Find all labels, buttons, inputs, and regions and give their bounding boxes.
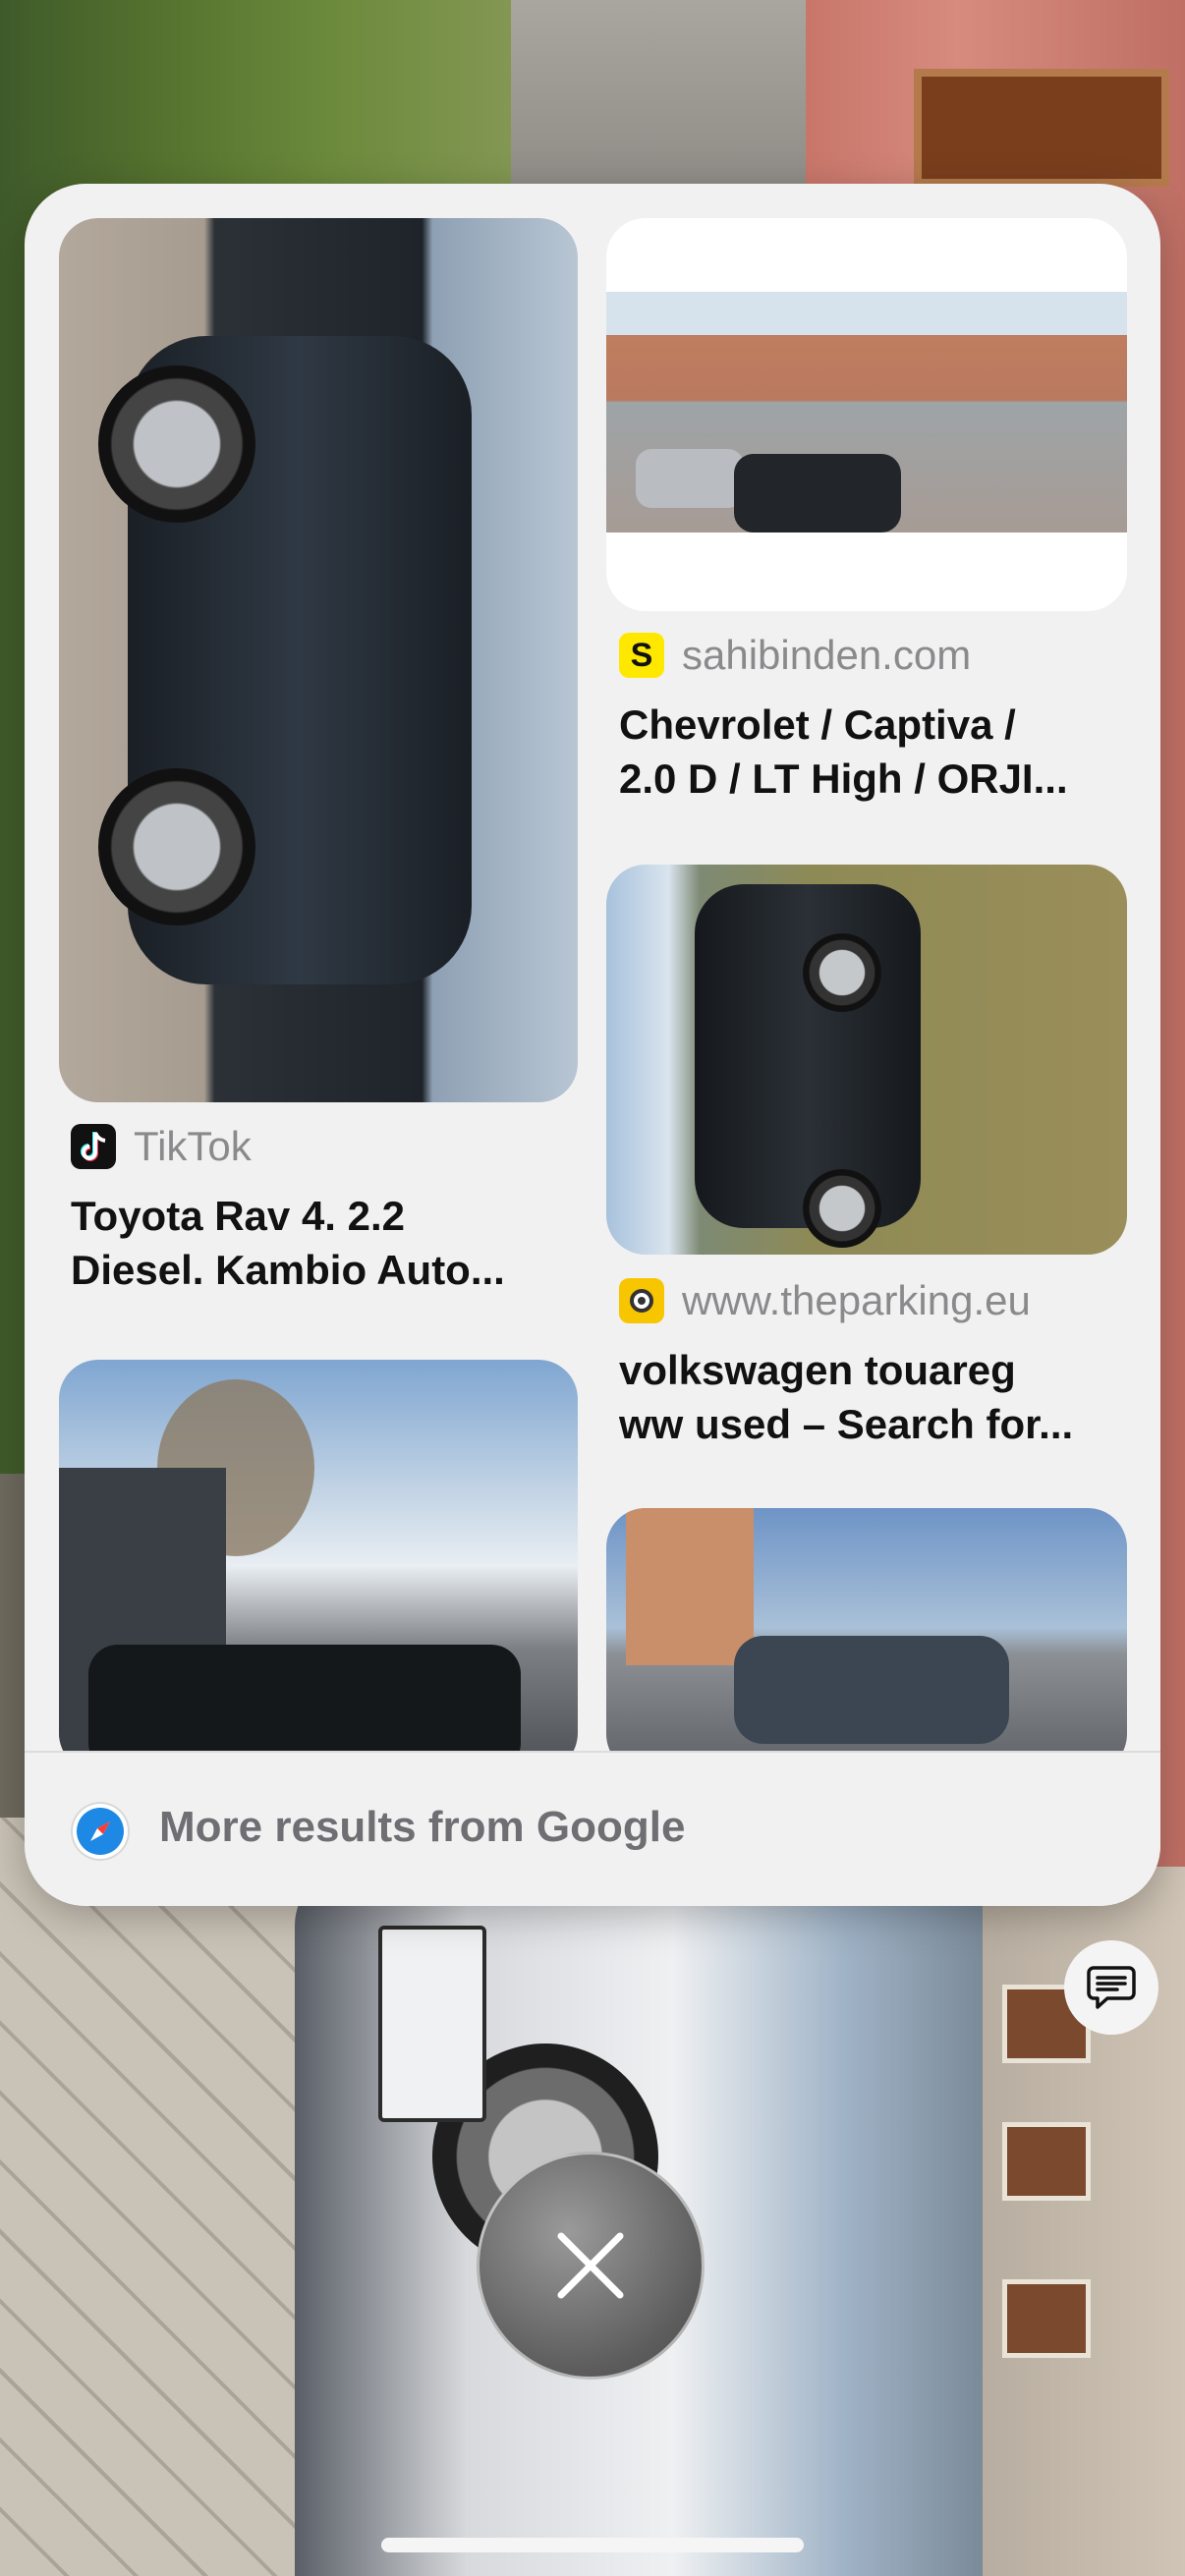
result-source-name: sahibinden.com: [682, 632, 972, 678]
visual-search-results-sheet: TikTok Toyota Rav 4. 2.2 Diesel. Kambio …: [25, 184, 1160, 1906]
result-title-line: Diesel. Kambio Auto...: [71, 1247, 505, 1293]
home-indicator[interactable]: [381, 2538, 804, 2552]
car-image: [734, 454, 901, 532]
results-grid: TikTok Toyota Rav 4. 2.2 Diesel. Kambio …: [25, 184, 1160, 1751]
safari-compass-icon: [71, 1802, 130, 1861]
close-button[interactable]: [477, 2152, 705, 2380]
more-results-from-google-button[interactable]: More results from Google: [25, 1751, 1160, 1906]
car-wheel: [803, 1169, 881, 1248]
sahibinden-icon: S: [619, 633, 664, 678]
close-icon: [557, 2232, 624, 2299]
tiktok-icon: [71, 1124, 116, 1169]
result-title-line: 2.0 D / LT High / ORJI...: [619, 756, 1068, 802]
result-source: www.theparking.eu: [619, 1277, 1031, 1324]
parking-lot-image: [606, 292, 1127, 532]
result-title: volkswagen touareg ww used – Search for.…: [619, 1343, 1130, 1451]
result-thumbnail[interactable]: [606, 218, 1127, 611]
chat-button[interactable]: [1064, 1940, 1158, 2035]
result-title-line: volkswagen touareg: [619, 1347, 1016, 1393]
car-wheel: [98, 768, 255, 925]
car-image: [695, 884, 921, 1228]
car-image: [636, 449, 744, 508]
background-window: [1002, 2122, 1091, 2201]
result-source: S sahibinden.com: [619, 632, 971, 679]
background-window: [1002, 2279, 1091, 2358]
result-source-name: TikTok: [134, 1123, 252, 1169]
result-thumbnail[interactable]: [59, 1360, 578, 1751]
background-door: [914, 69, 1169, 187]
result-thumbnail[interactable]: [606, 1508, 1127, 1751]
car-image: [88, 1645, 521, 1751]
result-title-line: ww used – Search for...: [619, 1401, 1074, 1447]
result-source: TikTok: [71, 1123, 252, 1170]
building-image: [626, 1508, 754, 1665]
result-thumbnail[interactable]: [606, 865, 1127, 1255]
car-wheel: [803, 933, 881, 1012]
car-wheel: [98, 365, 255, 523]
result-title-line: Chevrolet / Captiva /: [619, 701, 1016, 748]
theparking-icon: [619, 1278, 664, 1323]
chat-bubble-icon: [1087, 1966, 1136, 2009]
car-image: [734, 1636, 1009, 1744]
result-source-name: www.theparking.eu: [682, 1277, 1031, 1323]
result-title-line: Toyota Rav 4. 2.2: [71, 1193, 406, 1239]
result-title: Toyota Rav 4. 2.2 Diesel. Kambio Auto...: [71, 1189, 582, 1297]
background-license-plate: [378, 1926, 486, 2122]
result-title: Chevrolet / Captiva / 2.0 D / LT High / …: [619, 698, 1130, 806]
result-thumbnail[interactable]: [59, 218, 578, 1102]
more-results-label: More results from Google: [159, 1803, 686, 1851]
